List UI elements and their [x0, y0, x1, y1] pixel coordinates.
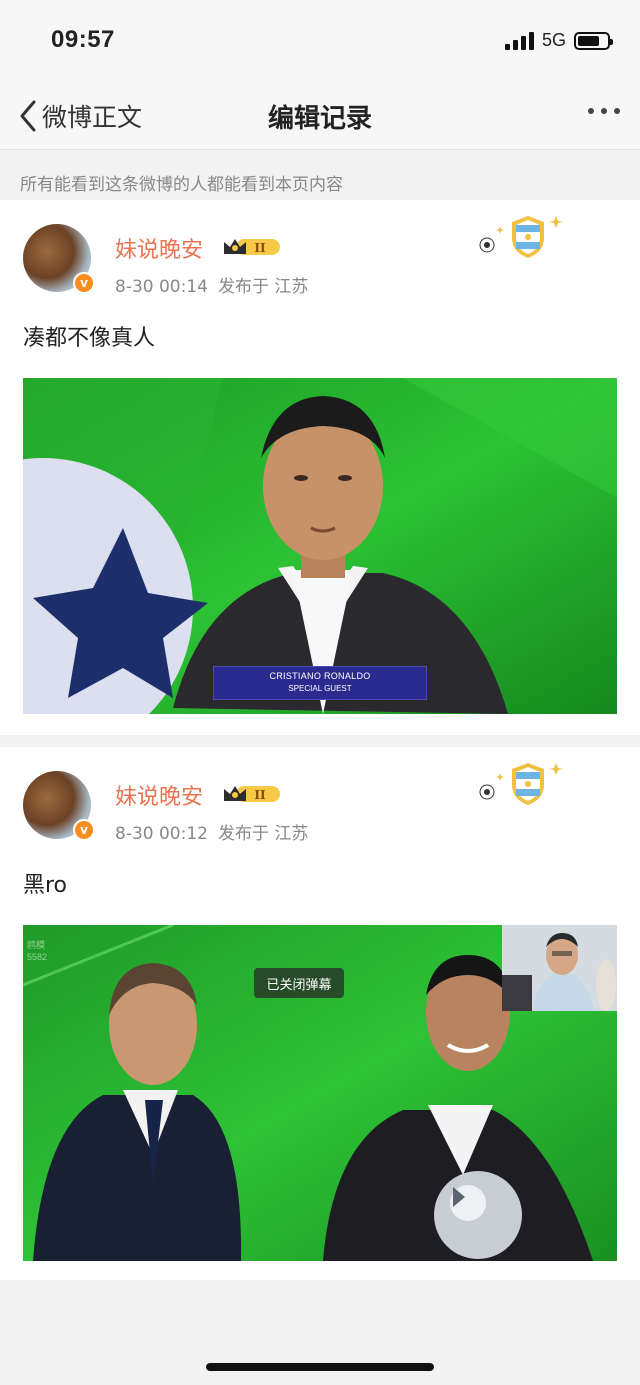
more-button[interactable] — [588, 108, 620, 114]
avatar[interactable]: v — [23, 224, 95, 294]
visibility-notice: 所有能看到这条微博的人都能看到本页内容 — [0, 150, 640, 200]
status-bar: 09:57 5G — [0, 0, 640, 80]
verified-v-icon: v — [73, 272, 95, 294]
argentina-shield-badge-icon — [479, 216, 563, 258]
status-indicators: 5G — [504, 30, 613, 51]
post-time: 8-30 00:12 — [115, 824, 208, 844]
lower-third-caption: CRISTIANO RONALDO SPECIAL GUEST — [213, 666, 427, 700]
post-card[interactable]: v 妹说晚安 II 8-30 00:14 发布于 江苏 凑都不像真人 CRIST… — [0, 200, 640, 735]
post-card[interactable]: v 妹说晚安 II 8-30 00:12 发布于 江苏 黑ro 鸥模 5582 … — [0, 747, 640, 1280]
streamer-pip-video — [502, 925, 617, 1011]
caption-name: CRISTIANO RONALDO — [269, 671, 371, 681]
post-image[interactable]: 鸥模 5582 已关闭弹幕 — [23, 925, 617, 1261]
network-type: 5G — [541, 30, 566, 50]
post-text: 凑都不像真人 — [23, 326, 156, 351]
post-image[interactable]: CRISTIANO RONALDO SPECIAL GUEST — [23, 378, 617, 714]
page-title: 编辑记录 — [267, 104, 372, 134]
danmaku-off-toast: 已关闭弹幕 — [254, 968, 344, 998]
status-time: 09:57 — [51, 26, 115, 53]
nav-bar: 微博正文 编辑记录 — [0, 80, 640, 150]
crown-badge-icon: II — [224, 786, 280, 802]
post-meta: 8-30 00:14 发布于 江苏 — [115, 272, 308, 297]
battery-icon — [574, 31, 613, 50]
username[interactable]: 妹说晚安 — [115, 779, 203, 811]
crown-badge-icon: II — [224, 239, 280, 255]
caption-sub: SPECIAL GUEST — [288, 684, 352, 693]
username[interactable]: 妹说晚安 — [115, 232, 203, 264]
ronaldo-stage-photo — [23, 378, 617, 714]
post-text: 黑ro — [23, 873, 68, 898]
vip-level: II — [254, 788, 266, 802]
vip-level: II — [254, 241, 266, 255]
post-meta: 8-30 00:12 发布于 江苏 — [115, 819, 308, 844]
argentina-shield-badge-icon — [479, 763, 563, 805]
signal-icon — [504, 31, 534, 50]
home-indicator[interactable] — [206, 1363, 434, 1371]
battery-level — [578, 35, 599, 46]
post-time: 8-30 00:14 — [115, 277, 208, 297]
stream-watermark: 鸥模 5582 — [27, 940, 48, 962]
post-location: 发布于 江苏 — [217, 277, 309, 297]
verified-v-icon: v — [73, 819, 95, 841]
avatar[interactable]: v — [23, 771, 95, 841]
post-location: 发布于 江苏 — [217, 824, 309, 844]
ellipsis-icon — [588, 108, 594, 114]
